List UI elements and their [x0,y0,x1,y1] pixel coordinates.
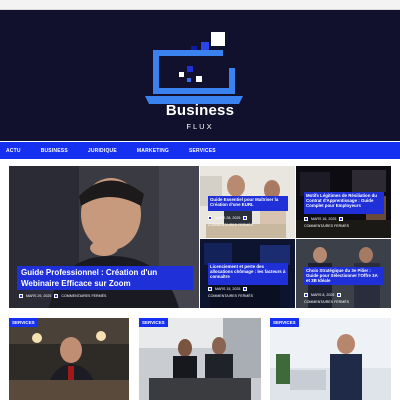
card-meta: MARS 8, 2025 COMMENTAIRES FERMÉS [304,293,386,304]
calendar-icon [208,216,212,220]
article-card[interactable]: Motifs Légitimes de Résiliation du Contr… [296,166,391,238]
article-card[interactable]: SERVICES [270,318,391,400]
card-image [9,318,129,400]
card-date: MARS 15, 2025 [215,287,241,291]
card-comments: COMMENTAIRES FERMÉS [208,294,254,298]
hero-article[interactable]: Guide Professionnel : Création d'un Webi… [9,166,199,308]
nav-item-business[interactable]: BUSINESS [41,148,68,154]
card-meta: MARS 28, 2025 COMMENTAIRES FERMÉS [208,216,290,227]
article-card[interactable]: SERVICES [9,318,129,400]
card-date: MARS 28, 2025 [215,216,241,220]
hero-comments: COMMENTAIRES FERMÉS [61,294,107,298]
card-comments: COMMENTAIRES FERMÉS [208,223,254,227]
comment-icon [243,287,248,291]
category-tag[interactable]: SERVICES [270,318,299,327]
card-comments: COMMENTAIRES FERMÉS [304,300,350,304]
article-card[interactable]: SERVICES [139,318,261,400]
card-image [139,318,261,400]
card-image [270,318,391,400]
card-meta: MARS 15, 2025 COMMENTAIRES FERMÉS [208,287,290,298]
nav-item-juridique[interactable]: JURIDIQUE [88,148,117,154]
comment-icon [54,294,59,298]
card-title[interactable]: Motifs Légitimes de Résiliation du Contr… [304,192,384,214]
nav-item-marketing[interactable]: MARKETING [137,148,169,154]
comment-icon [337,293,342,297]
calendar-icon [19,294,23,298]
calendar-icon [304,217,308,221]
nav-item-services[interactable]: SERVICES [189,148,216,154]
site-title[interactable]: Business [0,102,400,119]
card-comments: COMMENTAIRES FERMÉS [304,224,350,228]
category-tag[interactable]: SERVICES [139,318,168,327]
calendar-icon [208,287,212,291]
main-nav: ACTU BUSINESS JURIDIQUE MARKETING SERVIC… [0,142,400,159]
card-title[interactable]: Choix Stratégique du 3e Pilier : Guide p… [304,267,384,285]
comment-icon [243,216,248,220]
nav-item-actu[interactable]: ACTU [6,148,21,154]
site-header: Business FLUX [0,10,400,141]
card-date: MARS 16, 2025 [311,217,337,221]
article-card[interactable]: Guide Essentiel pour Maîtriser la Créati… [200,166,295,238]
category-tag[interactable]: SERVICES [9,318,38,327]
hero-date: MARS 29, 2025 [26,294,52,298]
hero-meta: MARS 29, 2025 COMMENTAIRES FERMÉS [19,294,106,298]
site-subtitle: FLUX [186,122,214,131]
calendar-icon [304,293,308,297]
comment-icon [339,217,344,221]
article-card[interactable]: Licenciement et perte des allocations ch… [200,239,295,308]
card-title[interactable]: Licenciement et perte des allocations ch… [208,263,288,285]
card-meta: MARS 16, 2025 COMMENTAIRES FERMÉS [304,217,386,228]
card-title[interactable]: Guide Essentiel pour Maîtriser la Créati… [208,196,288,211]
hero-title[interactable]: Guide Professionnel : Création d'un Webi… [17,266,193,290]
article-card[interactable]: Choix Stratégique du 3e Pilier : Guide p… [296,239,391,308]
card-date: MARS 8, 2025 [311,293,335,297]
browser-top-strip [0,0,400,10]
laptop-logo-icon[interactable] [143,32,255,136]
